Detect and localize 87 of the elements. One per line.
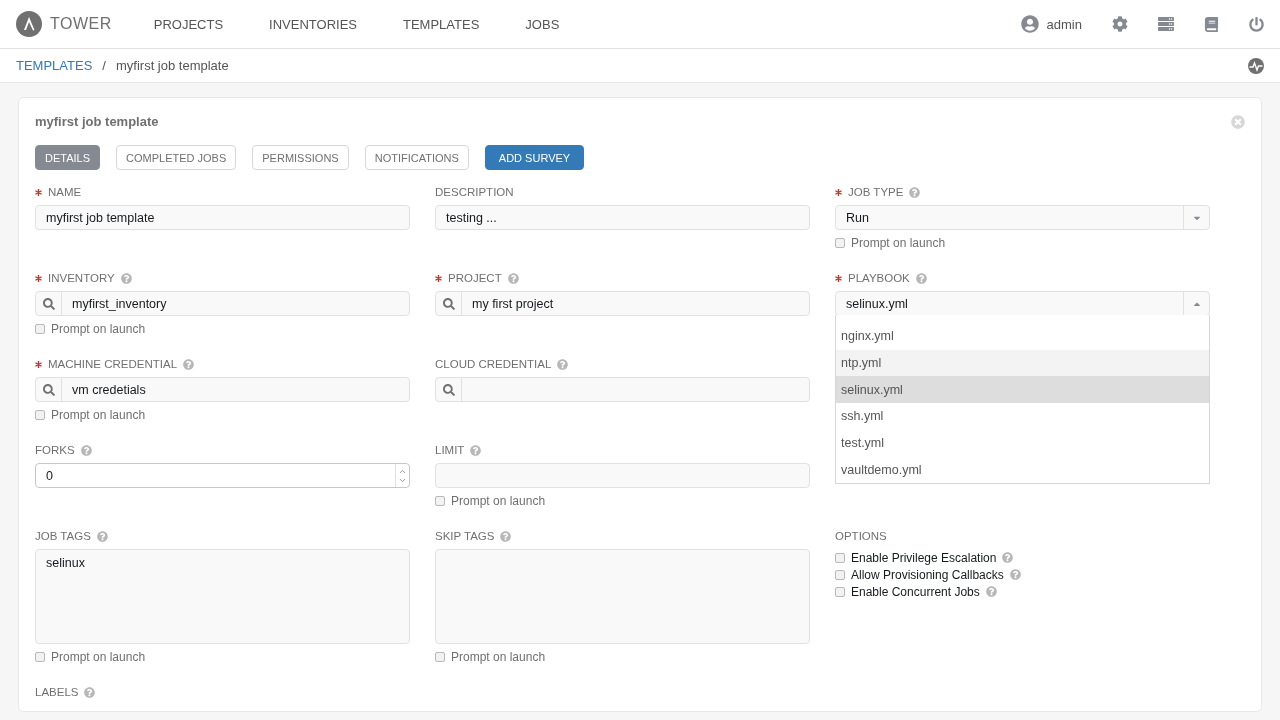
brand-name: TOWER [50,15,112,33]
nav-link[interactable]: INVENTORIES [269,16,357,32]
search-icon [442,297,455,310]
checkbox-label: Enable Privilege Escalation [851,550,997,565]
field-label: JOB TYPE [848,186,904,198]
checkbox-label: Prompt on launch [451,494,546,508]
checkbox-label: Enable Concurrent Jobs [851,584,980,599]
help-icon[interactable] [120,272,132,284]
search-icon [42,297,55,310]
breadcrumb-separator: / [102,58,106,73]
checkbox-label: Prompt on launch [51,322,146,336]
help-icon[interactable] [470,444,482,456]
help-icon[interactable] [909,186,921,198]
help-icon[interactable] [183,358,195,370]
field-label: PROJECT [448,272,502,284]
field-label: LIMIT [435,444,465,456]
help-icon[interactable] [84,686,96,698]
checkbox-label: Prompt on launch [851,236,946,250]
lookup-field[interactable]: vm credetials [35,377,410,402]
help-icon[interactable] [96,530,108,542]
user-icon [1020,15,1039,33]
help-icon[interactable] [1009,569,1021,580]
nav-link[interactable]: JOBS [525,16,560,32]
text-field[interactable]: testing ... [435,205,810,230]
breadcrumb-link[interactable]: TEMPLATES [16,58,93,73]
card-title: myfirst job template [35,114,159,129]
field-label: MACHINE CREDENTIAL [48,358,178,370]
tab[interactable]: NOTIFICATIONS [364,145,469,170]
checkbox[interactable] [35,324,45,334]
dropdown-option[interactable]: ntp.yml [836,349,1209,377]
checkbox-label: Prompt on launch [51,408,146,422]
lookup-field[interactable] [435,377,810,402]
server-icon[interactable] [1158,16,1174,32]
field-label: OPTIONS [835,530,887,542]
breadcrumb-current: myfirst job template [115,58,229,73]
checkbox-label: Prompt on launch [51,650,146,664]
help-icon[interactable] [80,444,92,456]
checkbox[interactable] [35,410,45,420]
checkbox[interactable] [835,586,845,597]
select-field[interactable]: selinux.yml [835,291,1210,316]
field-label: LABELS [35,686,79,698]
tab[interactable]: PERMISSIONS [252,145,349,170]
add-survey-button[interactable]: ADD SURVEY [484,145,585,170]
nav-link[interactable]: PROJECTS [153,16,224,32]
activity-icon[interactable] [1248,57,1264,74]
field-label: JOB TAGS [35,530,91,542]
tab[interactable]: COMPLETED JOBS [116,145,237,170]
checkbox-label: Allow Provisioning Callbacks [851,567,1004,582]
user-link[interactable]: admin [1020,15,1082,33]
checkbox[interactable] [835,552,845,563]
number-field[interactable]: 0 [35,463,410,488]
dropdown-option[interactable]: selinux.yml [836,376,1209,404]
field-label: INVENTORY [48,272,115,284]
text-field[interactable]: myfirst job template [35,205,410,230]
field-label: FORKS [35,444,75,456]
checkbox[interactable] [835,569,845,580]
tab[interactable]: DETAILS [35,145,101,170]
field-label: PLAYBOOK [848,272,910,284]
search-icon [42,383,55,396]
field-label: DESCRIPTION [435,186,514,198]
checkbox[interactable] [35,652,45,662]
logo-icon[interactable] [16,11,42,37]
field-label: NAME [48,186,82,198]
close-icon[interactable] [1231,114,1245,129]
help-icon[interactable] [500,530,512,542]
field-label: SKIP TAGS [435,530,495,542]
checkbox[interactable] [435,496,445,506]
power-icon[interactable] [1249,16,1264,32]
checkbox[interactable] [835,238,845,248]
lookup-field[interactable]: myfirst_inventory [35,291,410,316]
settings-icon[interactable] [1112,16,1128,32]
help-icon[interactable] [1002,552,1014,563]
checkbox[interactable] [435,652,445,662]
help-icon[interactable] [985,586,997,597]
nav-link[interactable]: TEMPLATES [403,16,480,32]
search-icon [442,383,455,396]
book-icon[interactable] [1204,16,1219,32]
tags-field[interactable] [435,549,810,644]
tags-field[interactable]: selinux [35,549,410,644]
select-field[interactable]: Run [835,205,1210,230]
help-icon[interactable] [507,272,519,284]
text-field[interactable] [435,463,810,488]
checkbox-label: Prompt on launch [451,650,546,664]
lookup-field[interactable]: my first project [435,291,810,316]
help-icon[interactable] [557,358,569,370]
help-icon[interactable] [915,272,927,284]
field-label: CLOUD CREDENTIAL [435,358,552,370]
